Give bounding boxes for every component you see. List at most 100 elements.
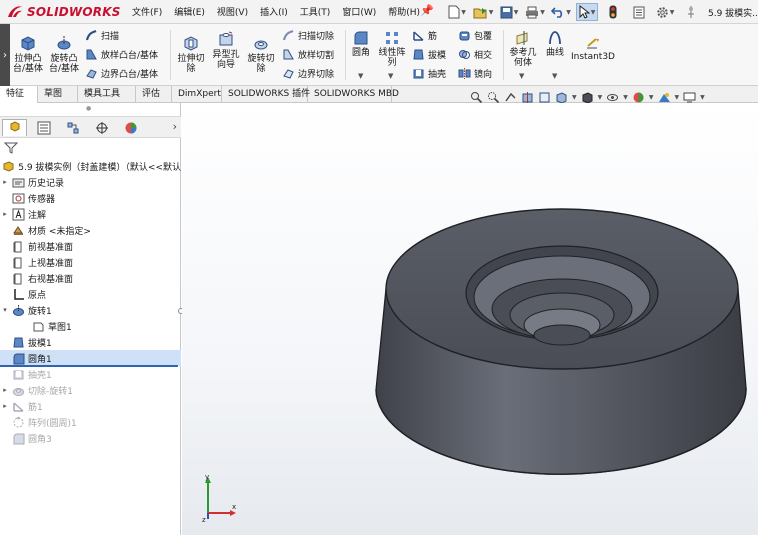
- tree-item-draft1[interactable]: 拔模1: [0, 334, 181, 350]
- tab-features[interactable]: 特征: [0, 86, 38, 103]
- tree-item-revolve1[interactable]: ▾ 旋转1: [0, 302, 181, 318]
- help-pin-button[interactable]: [680, 3, 702, 21]
- loft-boss-button[interactable]: 放样凸台/基体: [85, 48, 158, 61]
- tree-item-fillet1[interactable]: 圆角1: [0, 350, 181, 366]
- tree-item-origin[interactable]: 原点: [0, 286, 181, 302]
- tree-root[interactable]: 5.9 拔模实例（封盖建模）（默认<<默认: [0, 158, 181, 174]
- menu-help[interactable]: 帮助(H): [388, 5, 420, 18]
- tab-sketch[interactable]: 草图: [38, 86, 78, 103]
- expand-arrow-icon[interactable]: ▸: [0, 402, 10, 410]
- collapse-arrow-icon[interactable]: ▾: [0, 306, 10, 314]
- fillet-dropdown[interactable]: ▼: [358, 72, 363, 80]
- boundary-boss-button[interactable]: 边界凸台/基体: [85, 67, 158, 80]
- boundary-cut-button[interactable]: 边界切除: [282, 67, 334, 80]
- rib-button[interactable]: 筋: [412, 29, 437, 42]
- configuration-manager-tab[interactable]: [60, 119, 85, 136]
- tree-item-cut-revolve1[interactable]: ▸ 切除-旋转1: [0, 382, 181, 398]
- intersect-button[interactable]: 相交: [458, 48, 492, 61]
- expand-arrow-icon[interactable]: ▸: [0, 178, 10, 186]
- reference-geometry-button[interactable]: 参考几 何体: [505, 30, 541, 68]
- extrude-cut-button[interactable]: 拉伸切 除: [173, 34, 209, 74]
- edit-appearance-icon[interactable]: [632, 91, 645, 104]
- part-model[interactable]: [182, 103, 758, 535]
- tree-item-annotations[interactable]: ▸ 注解: [0, 206, 181, 222]
- tree-item-history[interactable]: ▸ 历史记录: [0, 174, 181, 190]
- menu-window[interactable]: 窗口(W): [342, 5, 376, 18]
- hole-wizard-button[interactable]: 异型孔 向导: [208, 30, 244, 70]
- panel-resize-handle[interactable]: ●: [86, 105, 92, 112]
- zoom-to-area-icon[interactable]: [487, 91, 500, 104]
- curves-dropdown[interactable]: ▼: [552, 72, 557, 80]
- tree-item-shell1[interactable]: 抽壳1: [0, 366, 181, 382]
- tree-item-material[interactable]: 材质 <未指定>: [0, 222, 181, 238]
- graphics-area[interactable]: [182, 103, 758, 535]
- solidworks-logo[interactable]: SOLIDWORKS: [6, 3, 121, 21]
- menu-tools[interactable]: 工具(T): [300, 5, 331, 18]
- tree-item-front-plane[interactable]: 前视基准面: [0, 238, 181, 254]
- menu-insert[interactable]: 插入(I): [260, 5, 288, 18]
- rollback-bar[interactable]: [0, 365, 178, 367]
- tree-item-label: 草图1: [48, 322, 72, 333]
- extrude-boss-button[interactable]: 拉伸凸 台/基体: [10, 34, 46, 74]
- tab-dimxpert[interactable]: DimXpert: [172, 86, 222, 103]
- menu-file[interactable]: 文件(F): [132, 5, 162, 18]
- rebuild-button[interactable]: [602, 3, 624, 21]
- tree-item-circular-pattern1[interactable]: 阵列(圆周)1: [0, 414, 181, 430]
- tree-item-sketch1[interactable]: 草图1: [0, 318, 181, 334]
- reference-geometry-dropdown[interactable]: ▼: [519, 72, 524, 80]
- new-document-button[interactable]: ▼: [446, 3, 468, 21]
- undo-button[interactable]: ▼: [550, 3, 572, 21]
- apply-scene-icon[interactable]: [658, 91, 671, 104]
- fillet-button[interactable]: 圆角: [347, 30, 375, 58]
- sweep-button[interactable]: 扫描: [85, 29, 119, 42]
- print-button[interactable]: ▼: [524, 3, 546, 21]
- tree-item-sensors[interactable]: 传感器: [0, 190, 181, 206]
- property-manager-tab[interactable]: [31, 119, 56, 136]
- menu-edit[interactable]: 编辑(E): [174, 5, 205, 18]
- dynamic-annotation-icon[interactable]: [538, 91, 551, 104]
- options-button[interactable]: ▼: [654, 3, 676, 21]
- file-properties-button[interactable]: [628, 3, 650, 21]
- expand-arrow-icon[interactable]: ▸: [0, 210, 10, 218]
- dimxpert-manager-tab[interactable]: [89, 119, 114, 136]
- tab-mold-tools[interactable]: 模具工具: [78, 86, 136, 103]
- chevron-right-icon[interactable]: ›: [173, 120, 177, 133]
- hide-show-items-icon[interactable]: [606, 91, 619, 104]
- linear-pattern-dropdown[interactable]: ▼: [388, 72, 393, 80]
- shell-button[interactable]: 抽壳: [412, 67, 446, 80]
- revolve-cut-button[interactable]: 旋转切 除: [243, 34, 279, 74]
- tree-item-top-plane[interactable]: 上视基准面: [0, 254, 181, 270]
- tree-item-rib1[interactable]: ▸ 筋1: [0, 398, 181, 414]
- open-button[interactable]: ▼: [472, 3, 494, 21]
- save-button[interactable]: ▼: [498, 3, 520, 21]
- loft-cut-button[interactable]: 放样切割: [282, 48, 334, 61]
- previous-view-icon[interactable]: [504, 91, 517, 104]
- curves-button[interactable]: 曲线: [541, 30, 569, 58]
- plane-icon: [13, 273, 22, 284]
- linear-pattern-button[interactable]: 线性阵 列: [375, 30, 409, 68]
- expand-arrow-icon[interactable]: ▸: [0, 386, 10, 394]
- zoom-to-fit-icon[interactable]: [470, 91, 483, 104]
- revolve-boss-button[interactable]: 旋转凸 台/基体: [46, 34, 82, 74]
- view-settings-icon[interactable]: [683, 91, 696, 104]
- feature-manager-tab[interactable]: [2, 119, 27, 136]
- tree-item-fillet3[interactable]: 圆角3: [0, 430, 181, 446]
- menu-view[interactable]: 视图(V): [217, 5, 248, 18]
- tab-evaluate[interactable]: 评估: [136, 86, 172, 103]
- display-style-icon[interactable]: [581, 91, 594, 104]
- tab-solidworks-mbd[interactable]: SOLIDWORKS MBD: [308, 86, 399, 103]
- pin-icon[interactable]: 📌: [420, 5, 434, 17]
- mirror-button[interactable]: 镜向: [458, 67, 492, 80]
- display-manager-tab[interactable]: [118, 119, 143, 136]
- filter-icon[interactable]: [4, 141, 18, 155]
- view-orientation-icon[interactable]: [555, 91, 568, 104]
- sweep-cut-button[interactable]: 扫描切除: [282, 29, 334, 42]
- instant3d-button[interactable]: Instant3D: [570, 36, 616, 62]
- select-button[interactable]: ▼: [576, 3, 598, 21]
- tab-solidworks-addins[interactable]: SOLIDWORKS 插件: [222, 86, 310, 103]
- draft-button[interactable]: 拔模: [412, 48, 446, 61]
- ribbon-collapse-handle[interactable]: ›: [0, 24, 10, 86]
- section-view-icon[interactable]: [521, 91, 534, 104]
- wrap-button[interactable]: 包覆: [458, 29, 492, 42]
- tree-item-right-plane[interactable]: 右视基准面: [0, 270, 181, 286]
